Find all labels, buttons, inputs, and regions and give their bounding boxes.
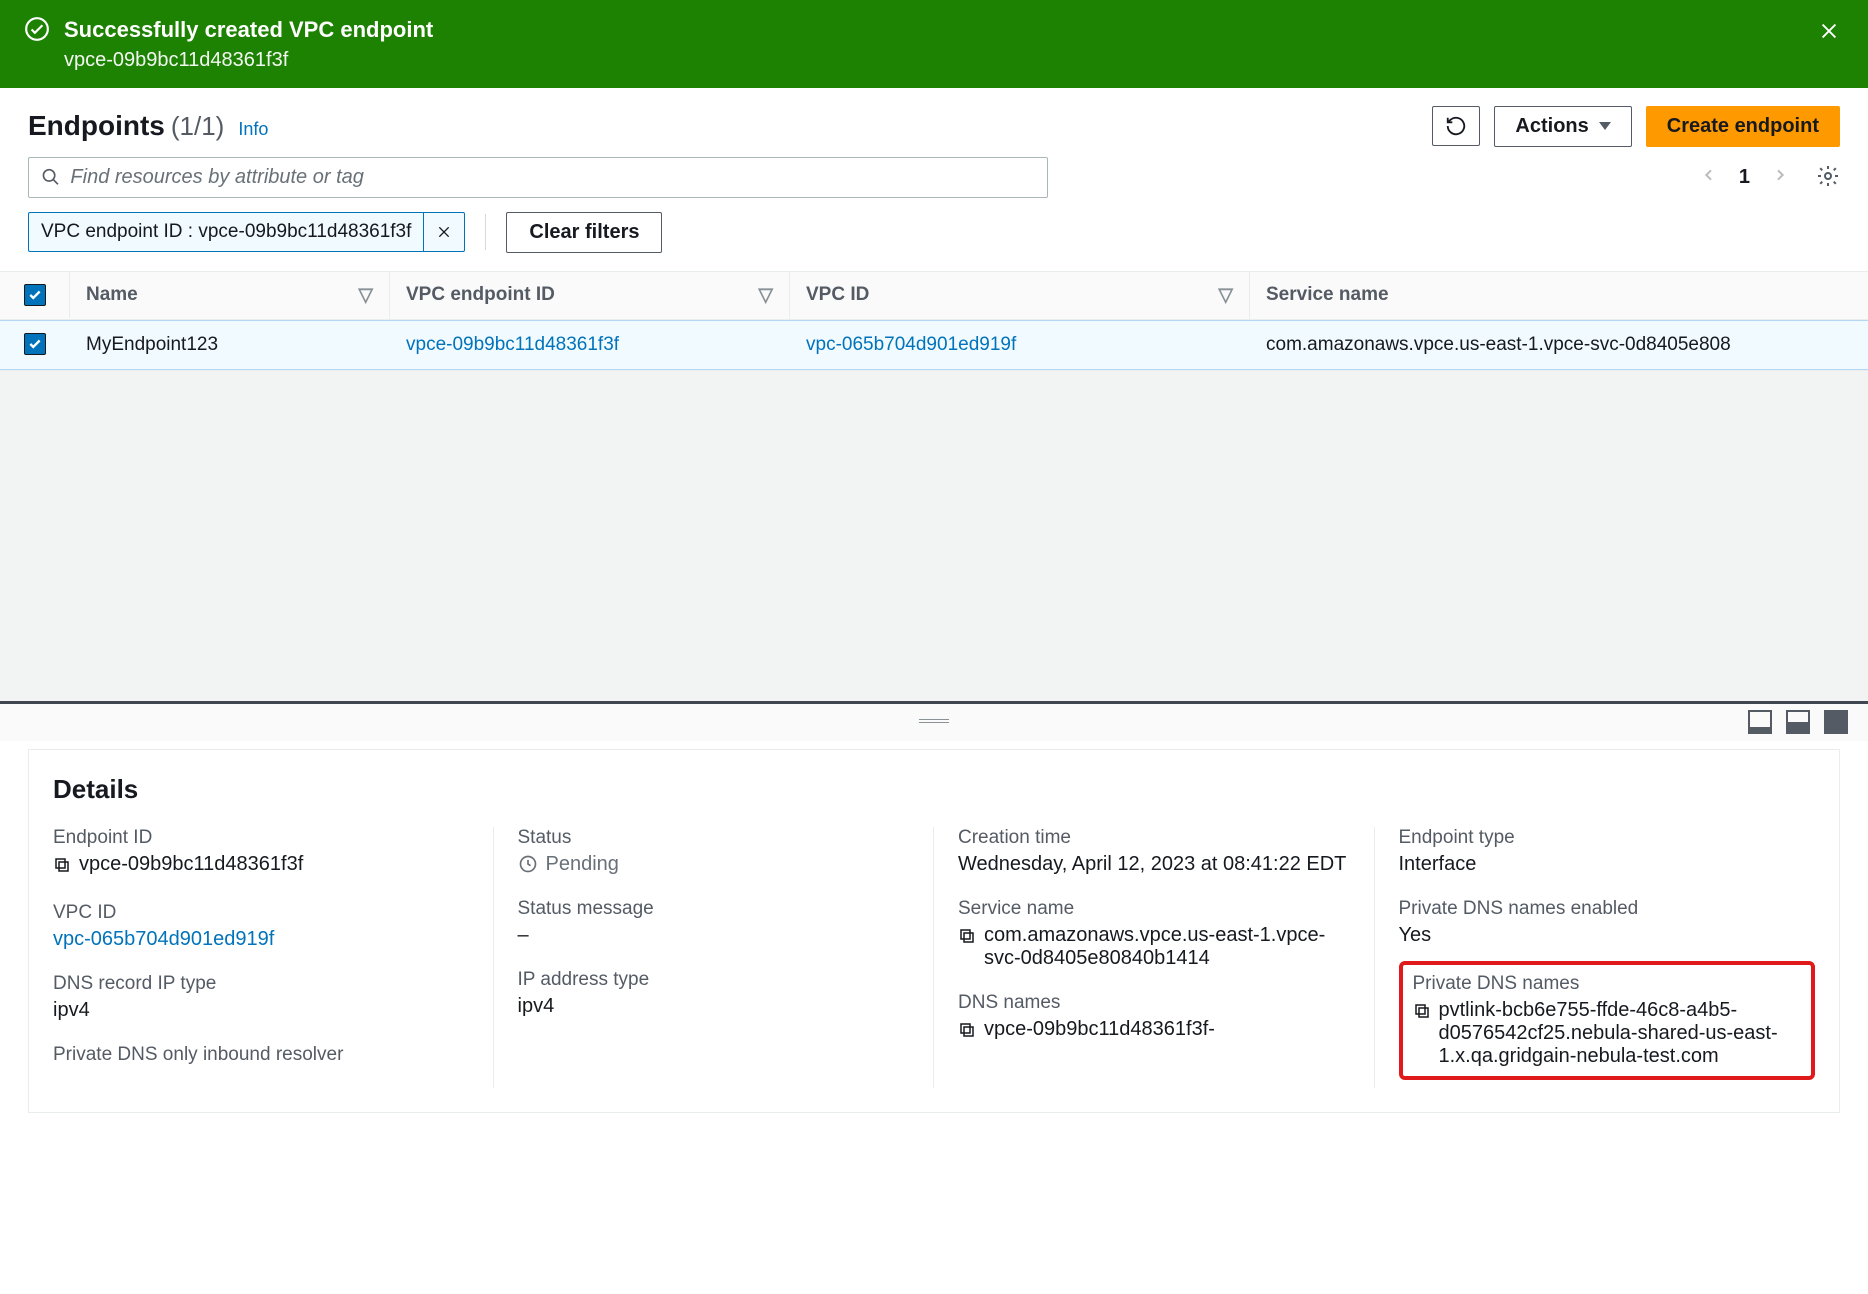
- actions-button[interactable]: Actions: [1494, 106, 1631, 147]
- row-checkbox[interactable]: [24, 333, 46, 355]
- value-service-name: com.amazonaws.vpce.us-east-1.vpce-svc-0d…: [984, 924, 1350, 970]
- copy-icon[interactable]: [958, 1021, 976, 1045]
- search-icon: [41, 167, 60, 187]
- filter-tag-remove[interactable]: [423, 213, 464, 251]
- value-vpc-id[interactable]: vpc-065b704d901ed919f: [53, 928, 469, 951]
- page-title-count: (1/1): [171, 111, 224, 142]
- label-creation-time: Creation time: [958, 827, 1350, 849]
- search-box[interactable]: [28, 157, 1048, 198]
- value-endpoint-type: Interface: [1399, 853, 1816, 876]
- th-service-name[interactable]: Service name: [1266, 284, 1389, 306]
- pane-small-button[interactable]: [1748, 710, 1772, 734]
- banner-title: Successfully created VPC endpoint: [64, 16, 433, 45]
- search-row: 1: [0, 157, 1868, 212]
- check-circle-icon: [24, 16, 50, 42]
- label-dns-record-ip-type: DNS record IP type: [53, 973, 469, 995]
- label-status: Status: [518, 827, 910, 849]
- pager-page: 1: [1739, 166, 1750, 189]
- label-endpoint-type: Endpoint type: [1399, 827, 1816, 849]
- cell-endpoint-id[interactable]: vpce-09b9bc11d48361f3f: [390, 322, 790, 368]
- close-icon[interactable]: [1814, 16, 1844, 46]
- highlight-private-dns: Private DNS names pvtlink-bcb6e755-ffde-…: [1399, 961, 1816, 1080]
- label-vpc-id: VPC ID: [53, 902, 469, 924]
- value-dns-names: vpce-09b9bc11d48361f3f-: [984, 1018, 1215, 1041]
- actions-button-label: Actions: [1515, 115, 1588, 138]
- copy-icon[interactable]: [1413, 1002, 1431, 1026]
- label-private-dns-names: Private DNS names: [1413, 973, 1802, 995]
- create-endpoint-button[interactable]: Create endpoint: [1646, 106, 1840, 147]
- th-name[interactable]: Name: [86, 284, 138, 306]
- drag-handle-icon[interactable]: [919, 719, 949, 725]
- page-title-text: Endpoints: [28, 110, 165, 142]
- value-private-dns-names: pvtlink-bcb6e755-ffde-46c8-a4b5-d0576542…: [1439, 999, 1802, 1068]
- pane-full-button[interactable]: [1824, 710, 1848, 734]
- label-status-message: Status message: [518, 898, 910, 920]
- label-service-name: Service name: [958, 898, 1350, 920]
- table-row[interactable]: MyEndpoint123 vpce-09b9bc11d48361f3f vpc…: [0, 320, 1868, 370]
- value-endpoint-id: vpce-09b9bc11d48361f3f: [79, 853, 303, 876]
- value-status-message: –: [518, 924, 910, 947]
- cell-service-name: com.amazonaws.vpce.us-east-1.vpce-svc-0d…: [1250, 322, 1868, 368]
- page-header: Endpoints (1/1) Info Actions Create endp…: [0, 88, 1868, 157]
- table-header: Name ▽ VPC endpoint ID ▽ VPC ID ▽ Service n…: [0, 272, 1868, 320]
- copy-icon[interactable]: [958, 927, 976, 951]
- filter-row: VPC endpoint ID : vpce-09b9bc11d48361f3f…: [0, 212, 1868, 271]
- sort-icon[interactable]: ▽: [1218, 284, 1233, 307]
- clear-filters-button[interactable]: Clear filters: [506, 212, 662, 253]
- sort-icon[interactable]: ▽: [358, 284, 373, 307]
- info-link[interactable]: Info: [238, 119, 268, 140]
- value-private-dns-enabled: Yes: [1399, 924, 1816, 947]
- filter-tag: VPC endpoint ID : vpce-09b9bc11d48361f3f: [28, 212, 465, 252]
- endpoints-table: Name ▽ VPC endpoint ID ▽ VPC ID ▽ Service n…: [0, 271, 1868, 371]
- details-title: Details: [29, 750, 1839, 817]
- select-all-checkbox[interactable]: [24, 284, 46, 306]
- refresh-button[interactable]: [1432, 106, 1480, 146]
- filter-tag-text: VPC endpoint ID : vpce-09b9bc11d48361f3f: [29, 213, 423, 251]
- pager-next[interactable]: [1772, 166, 1788, 189]
- cell-vpc-id[interactable]: vpc-065b704d901ed919f: [790, 322, 1250, 368]
- sort-icon[interactable]: ▽: [758, 284, 773, 307]
- pane-half-button[interactable]: [1786, 710, 1810, 734]
- value-dns-record-ip-type: ipv4: [53, 999, 469, 1022]
- label-private-dns-inbound: Private DNS only inbound resolver: [53, 1044, 469, 1066]
- gear-icon[interactable]: [1816, 164, 1840, 191]
- success-banner: Successfully created VPC endpoint vpce-0…: [0, 0, 1868, 88]
- details-panel: Details Endpoint ID vpce-09b9bc11d48361f…: [28, 749, 1840, 1113]
- label-ip-address-type: IP address type: [518, 969, 910, 991]
- label-private-dns-enabled: Private DNS names enabled: [1399, 898, 1816, 920]
- split-bar[interactable]: [0, 701, 1868, 741]
- label-endpoint-id: Endpoint ID: [53, 827, 469, 849]
- copy-icon[interactable]: [53, 856, 71, 880]
- pager: 1: [1701, 166, 1788, 189]
- clock-icon: [518, 854, 538, 874]
- value-status: Pending: [546, 853, 619, 876]
- banner-subtitle: vpce-09b9bc11d48361f3f: [64, 49, 433, 72]
- search-input[interactable]: [70, 166, 1035, 189]
- empty-area: [0, 371, 1868, 701]
- th-endpoint-id[interactable]: VPC endpoint ID: [406, 284, 555, 306]
- cell-name: MyEndpoint123: [70, 322, 390, 368]
- pager-prev[interactable]: [1701, 166, 1717, 189]
- value-ip-address-type: ipv4: [518, 995, 910, 1018]
- th-vpc-id[interactable]: VPC ID: [806, 284, 869, 306]
- page-title: Endpoints (1/1): [28, 110, 224, 142]
- value-creation-time: Wednesday, April 12, 2023 at 08:41:22 ED…: [958, 853, 1350, 876]
- chevron-down-icon: [1599, 122, 1611, 130]
- divider: [485, 214, 486, 250]
- label-dns-names: DNS names: [958, 992, 1350, 1014]
